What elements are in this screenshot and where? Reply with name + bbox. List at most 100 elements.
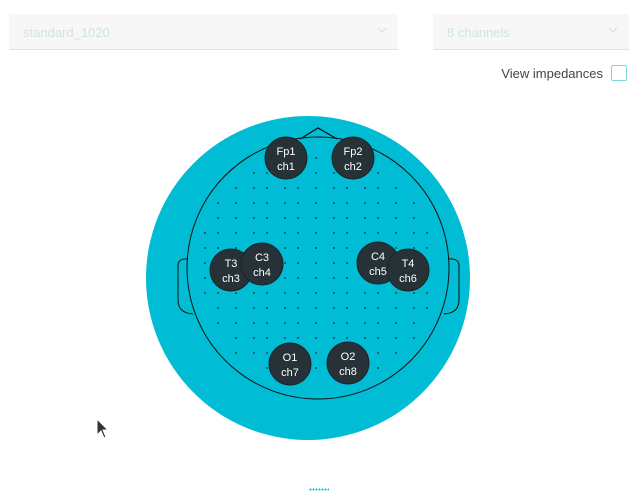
sensor-dot	[253, 322, 255, 324]
sensor-dot	[333, 202, 335, 204]
sensor-dot	[315, 307, 317, 309]
sensor-dot	[297, 322, 299, 324]
sensor-dot	[315, 187, 317, 189]
sensor-dot	[253, 217, 255, 219]
sensor-dot	[297, 262, 299, 264]
sensor-dot	[297, 247, 299, 249]
electrode-channel-label: ch5	[369, 266, 387, 278]
sensor-dot	[204, 292, 206, 294]
sensor-dot	[217, 202, 219, 204]
sensor-dot	[413, 307, 415, 309]
loading-indicator	[309, 488, 329, 491]
sensor-dot	[333, 322, 335, 324]
sensor-dot	[297, 232, 299, 234]
electrode-fp2[interactable]: Fp2ch2	[331, 136, 375, 180]
sensor-dot	[266, 232, 268, 234]
sensor-dot	[395, 322, 397, 324]
sensor-dot	[364, 322, 366, 324]
sensor-dot	[413, 247, 415, 249]
sensor-dot	[284, 247, 286, 249]
sensor-dot	[413, 202, 415, 204]
sensor-dot	[284, 187, 286, 189]
sensor-dot	[235, 202, 237, 204]
electrode-c3[interactable]: C3ch4	[240, 242, 284, 286]
sensor-dot	[395, 352, 397, 354]
electrode-site-label: Fp1	[277, 146, 296, 158]
sensor-dot	[333, 262, 335, 264]
sensor-dot	[315, 247, 317, 249]
sensor-dot	[315, 217, 317, 219]
sensor-dot	[426, 307, 428, 309]
sensor-dot	[377, 187, 379, 189]
sensor-dot	[377, 217, 379, 219]
electrode-o1[interactable]: O1ch7	[268, 342, 312, 386]
sensor-dot	[377, 232, 379, 234]
sensor-dot	[395, 217, 397, 219]
sensor-dot	[217, 322, 219, 324]
sensor-dot	[284, 292, 286, 294]
sensor-dot	[284, 202, 286, 204]
sensor-dot	[297, 202, 299, 204]
sensor-dot	[377, 322, 379, 324]
sensor-dot	[253, 307, 255, 309]
sensor-dot	[413, 232, 415, 234]
sensor-dot	[413, 217, 415, 219]
sensor-dot	[333, 292, 335, 294]
sensor-dot	[253, 172, 255, 174]
sensor-dot	[377, 337, 379, 339]
sensor-dot	[364, 232, 366, 234]
sensor-dot	[346, 187, 348, 189]
sensor-dot	[364, 307, 366, 309]
sensor-dot	[333, 232, 335, 234]
sensor-dot	[235, 232, 237, 234]
sensor-dot	[315, 202, 317, 204]
sensor-dot	[235, 187, 237, 189]
sensor-dot	[413, 337, 415, 339]
sensor-dot	[377, 172, 379, 174]
sensor-dot	[204, 232, 206, 234]
sensor-dot	[284, 322, 286, 324]
sensor-dot	[297, 292, 299, 294]
electrode-o2[interactable]: O2ch8	[326, 341, 370, 385]
sensor-dot	[315, 292, 317, 294]
sensor-dot	[235, 247, 237, 249]
sensor-dot	[346, 277, 348, 279]
sensor-dot	[315, 367, 317, 369]
sensor-dot	[364, 292, 366, 294]
electrode-channel-label: ch7	[281, 367, 299, 379]
sensor-dot	[315, 277, 317, 279]
electrode-fp1[interactable]: Fp1ch1	[264, 136, 308, 180]
sensor-dot	[266, 187, 268, 189]
sensor-dot	[333, 172, 335, 174]
sensor-dot	[217, 307, 219, 309]
sensor-dot	[266, 322, 268, 324]
sensor-dot	[315, 337, 317, 339]
sensor-dot	[426, 247, 428, 249]
sensor-dot	[217, 217, 219, 219]
sensor-dot	[204, 277, 206, 279]
electrode-site-label: O2	[341, 351, 356, 363]
sensor-dot	[333, 247, 335, 249]
electrode-channel-label: ch4	[253, 267, 271, 279]
sensor-dot	[346, 337, 348, 339]
sensor-dot	[253, 337, 255, 339]
electrode-t4[interactable]: T4ch6	[386, 248, 430, 292]
sensor-dot	[315, 352, 317, 354]
sensor-dot	[253, 202, 255, 204]
sensor-dot	[217, 232, 219, 234]
sensor-dot	[284, 262, 286, 264]
sensor-dot	[377, 352, 379, 354]
sensor-dot	[266, 307, 268, 309]
sensor-dot	[333, 217, 335, 219]
electrode-site-label: O1	[283, 352, 298, 364]
sensor-dot	[413, 322, 415, 324]
sensor-dot	[346, 292, 348, 294]
sensor-dot	[253, 232, 255, 234]
electrode-channel-label: ch1	[277, 161, 295, 173]
sensor-dot	[333, 187, 335, 189]
sensor-dot	[297, 277, 299, 279]
sensor-dot	[395, 232, 397, 234]
electrode-site-label: T4	[402, 258, 415, 270]
mouse-pointer-icon	[96, 418, 110, 439]
sensor-dot	[364, 337, 366, 339]
